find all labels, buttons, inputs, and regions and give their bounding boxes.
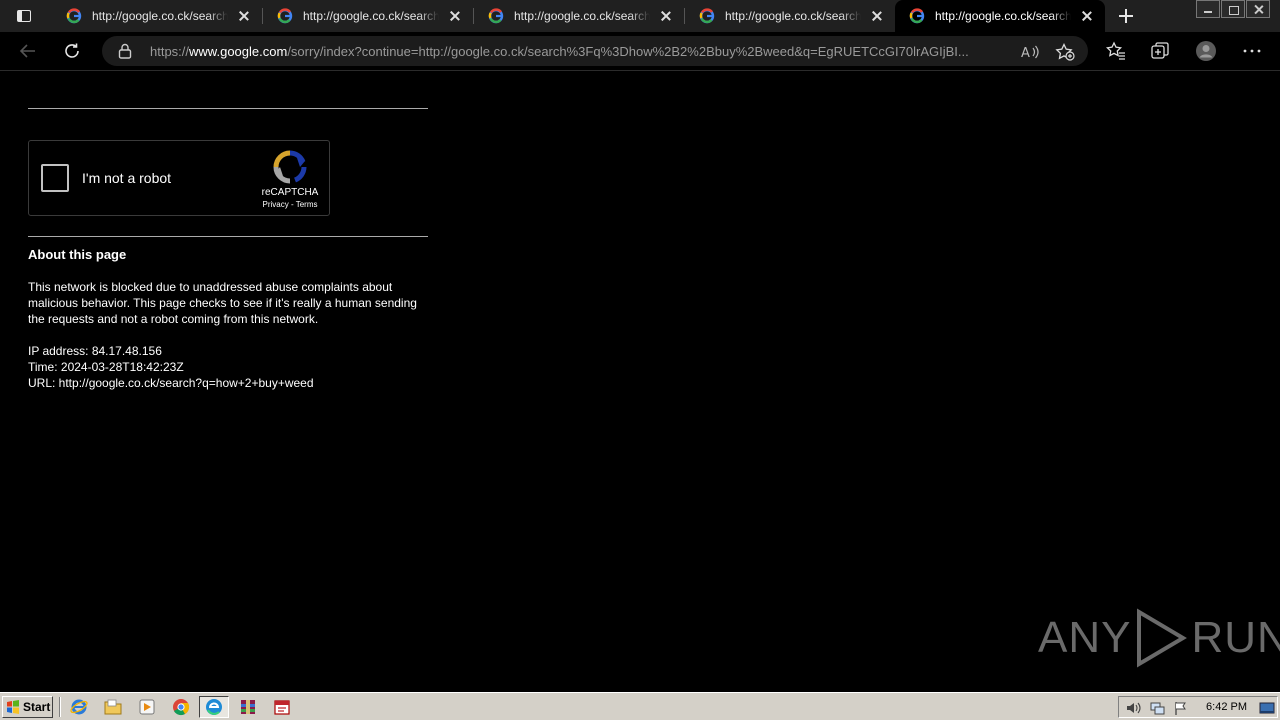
chrome-icon — [173, 699, 190, 716]
play-logo-icon — [1137, 608, 1188, 668]
browser-tab[interactable]: http://google.co.ck/search?q=how+2+buy+w… — [263, 0, 474, 32]
collections-button[interactable] — [1149, 40, 1171, 62]
tab-title: http://google.co.ck/search?q=how+2+buy+w… — [514, 9, 650, 23]
top-divider — [28, 108, 428, 109]
url-line: URL: http://google.co.ck/search?q=how+2+… — [28, 376, 314, 390]
new-tab-icon[interactable] — [1114, 4, 1138, 28]
back-arrow-icon — [19, 44, 35, 58]
winrar-icon — [241, 700, 255, 714]
watermark-left: ANY — [1038, 613, 1132, 662]
tab-title: http://google.co.ck/search?q=how+2+buy+w… — [935, 9, 1071, 23]
taskbar-clock[interactable]: 6:42 PM — [1206, 701, 1247, 713]
recaptcha-logo-icon — [273, 150, 307, 184]
start-label: Start — [23, 700, 51, 714]
google-favicon-icon — [488, 8, 504, 24]
taskbar-app-media[interactable] — [132, 696, 162, 718]
tab-actions-icon[interactable] — [8, 4, 40, 28]
taskbar-app-winrar[interactable] — [233, 696, 263, 718]
taskbar-app-edge[interactable] — [199, 696, 229, 718]
recaptcha-brand: reCAPTCHA — [261, 187, 319, 198]
google-favicon-icon — [909, 8, 925, 24]
tab-title: http://google.co.ck/search?q=how+2+buy+w… — [303, 9, 439, 23]
google-favicon-icon — [66, 8, 82, 24]
taskbar-app-tool[interactable] — [267, 696, 297, 718]
url-path: /sorry/index?continue=http://google.co.c… — [287, 43, 969, 59]
restore-icon[interactable] — [1221, 0, 1245, 18]
folder-icon — [104, 699, 122, 715]
google-favicon-icon — [699, 8, 715, 24]
more-dots-icon — [1243, 49, 1261, 53]
browser-tab-active[interactable]: http://google.co.ck/search?q=how+2+buy+w… — [895, 0, 1105, 32]
refresh-button[interactable] — [58, 38, 86, 64]
window-close-icon[interactable] — [1246, 0, 1270, 18]
url-host: www.google.com — [189, 43, 288, 59]
back-button[interactable] — [14, 38, 42, 64]
minimize-icon[interactable] — [1196, 0, 1220, 18]
tab-title: http://google.co.ck/search?q=how+2+buy+w… — [725, 9, 861, 23]
time-line: Time: 2024-03-28T18:42:23Z — [28, 360, 184, 374]
favorites-icon — [1106, 41, 1125, 60]
network-icon[interactable] — [1149, 700, 1165, 716]
about-heading: About this page — [28, 247, 127, 262]
recaptcha-checkbox[interactable] — [41, 164, 69, 192]
browser-tab[interactable]: http://google.co.ck/search?q=how+2+buy+w… — [685, 0, 895, 32]
taskbar-separator — [59, 697, 61, 717]
links-separator: - — [288, 200, 296, 209]
show-desktop-icon[interactable] — [1259, 700, 1275, 716]
add-favorite-icon[interactable] — [1055, 43, 1075, 61]
tab-close-icon[interactable] — [658, 8, 674, 24]
tab-close-icon[interactable] — [447, 8, 463, 24]
action-center-flag-icon[interactable] — [1173, 700, 1189, 716]
edge-icon — [206, 699, 222, 715]
tab-close-icon[interactable] — [236, 8, 252, 24]
profile-avatar-icon — [1196, 41, 1216, 61]
tab-strip: http://google.co.ck/search?q=how+2+buy+w… — [0, 0, 1280, 32]
url-text[interactable]: https://www.google.com/sorry/index?conti… — [150, 44, 1012, 59]
tab-title: http://google.co.ck/search?q=how+2+buy+w… — [92, 9, 228, 23]
browser-toolbar: https://www.google.com/sorry/index?conti… — [0, 32, 1280, 71]
recaptcha-label: I'm not a robot — [82, 170, 172, 186]
read-aloud-icon[interactable]: A — [1020, 43, 1040, 61]
tab-close-icon[interactable] — [1079, 8, 1095, 24]
watermark-right: RUN — [1191, 613, 1280, 662]
ip-address-line: IP address: 84.17.48.156 — [28, 344, 162, 358]
lock-icon[interactable] — [118, 43, 132, 59]
terms-link[interactable]: Terms — [296, 200, 318, 209]
favorites-button[interactable] — [1105, 40, 1127, 62]
volume-icon[interactable] — [1125, 700, 1141, 716]
start-button[interactable]: Start — [2, 696, 53, 718]
app-icon — [274, 700, 290, 715]
about-body: This network is blocked due to unaddress… — [28, 280, 417, 326]
window-controls — [1195, 0, 1270, 18]
internet-explorer-icon — [70, 699, 88, 715]
privacy-link[interactable]: Privacy — [263, 200, 289, 209]
windows-flag-icon — [7, 700, 19, 714]
windows-taskbar: Start 6:42 PM — [0, 692, 1280, 720]
browser-tab[interactable]: http://google.co.ck/search?q=how+2+buy+w… — [52, 0, 263, 32]
page-content: I'm not a robot reCAPTCHA Privacy - Term… — [28, 72, 428, 390]
url-prefix: https:// — [150, 43, 190, 59]
tab-close-icon[interactable] — [869, 8, 885, 24]
system-tray: 6:42 PM — [1118, 696, 1278, 718]
browser-tab[interactable]: http://google.co.ck/search?q=how+2+buy+w… — [474, 0, 685, 32]
google-favicon-icon — [277, 8, 293, 24]
media-player-icon — [139, 699, 155, 715]
refresh-icon — [65, 43, 79, 58]
svg-text:A: A — [1021, 46, 1030, 61]
taskbar-app-chrome[interactable] — [166, 696, 196, 718]
profile-button[interactable] — [1195, 40, 1217, 62]
middle-divider — [28, 236, 428, 237]
recaptcha-widget: I'm not a robot reCAPTCHA Privacy - Term… — [28, 140, 330, 216]
address-bar[interactable]: https://www.google.com/sorry/index?conti… — [102, 36, 1088, 66]
request-info: IP address: 84.17.48.156 Time: 2024-03-2… — [28, 343, 314, 391]
settings-more-button[interactable] — [1241, 40, 1263, 62]
recaptcha-links: Privacy - Terms — [255, 200, 325, 209]
collections-icon — [1151, 42, 1169, 59]
anyrun-watermark: ANY RUN — [1038, 608, 1280, 668]
taskbar-app-explorer[interactable] — [98, 696, 128, 718]
taskbar-app-ie[interactable] — [64, 696, 94, 718]
